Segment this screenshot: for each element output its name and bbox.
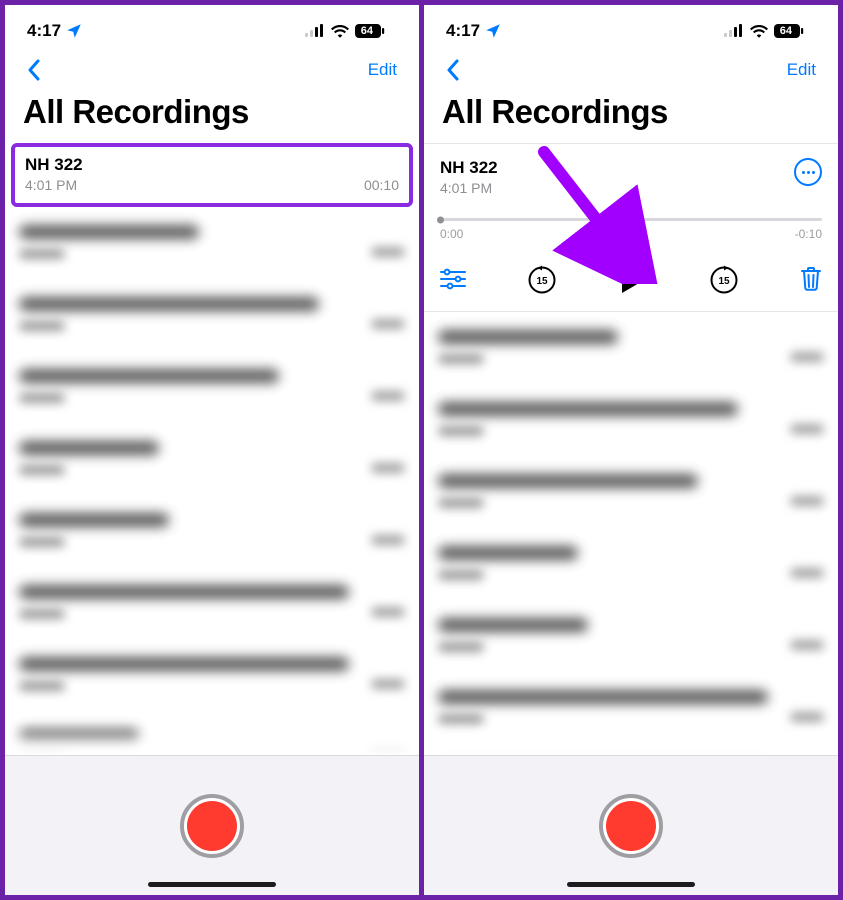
list-item xyxy=(19,721,405,755)
list-item xyxy=(438,394,824,454)
back-button[interactable] xyxy=(19,55,49,85)
playback-settings-button[interactable] xyxy=(440,268,466,290)
skip-forward-15-button[interactable]: 15 xyxy=(708,263,740,295)
list-item xyxy=(19,577,405,637)
battery-icon: 64 xyxy=(774,24,816,38)
skip-back-15-button[interactable]: 15 xyxy=(526,263,558,295)
scrubber-thumb[interactable] xyxy=(437,216,444,223)
location-arrow-icon xyxy=(484,22,502,40)
list-item xyxy=(438,322,824,382)
list-item xyxy=(19,217,405,277)
list-item xyxy=(19,649,405,709)
remaining-time: -0:10 xyxy=(795,227,822,241)
record-toolbar xyxy=(424,755,838,895)
status-bar: 4:17 64 xyxy=(5,5,419,53)
playback-scrubber[interactable]: 0:00 -0:10 xyxy=(440,218,822,241)
svg-text:15: 15 xyxy=(536,276,548,287)
play-button[interactable] xyxy=(618,263,648,295)
wifi-icon xyxy=(750,24,768,38)
back-button[interactable] xyxy=(438,55,468,85)
screenshot-left: 4:17 64 Edit All Recordings xyxy=(0,0,424,900)
status-icons: 64 xyxy=(305,24,397,38)
list-item xyxy=(19,433,405,493)
recording-player-expanded: NH 322 4:01 PM 0:00 -0:10 xyxy=(424,143,838,312)
nav-bar: Edit xyxy=(424,53,838,93)
home-indicator xyxy=(567,882,695,887)
list-item xyxy=(19,289,405,349)
location-arrow-icon xyxy=(65,22,83,40)
recording-row-selected[interactable]: NH 322 4:01 PM 00:10 xyxy=(11,143,413,207)
more-options-button[interactable] xyxy=(794,158,822,186)
page-title: All Recordings xyxy=(424,93,838,141)
record-button[interactable] xyxy=(180,794,244,858)
nav-bar: Edit xyxy=(5,53,419,93)
list-item xyxy=(438,466,824,526)
page-title: All Recordings xyxy=(5,93,419,141)
list-item xyxy=(19,505,405,565)
record-toolbar xyxy=(5,755,419,895)
list-item xyxy=(19,361,405,421)
recording-duration: 00:10 xyxy=(364,177,399,193)
recording-title: NH 322 xyxy=(440,158,498,178)
list-item xyxy=(438,682,824,742)
elapsed-time: 0:00 xyxy=(440,227,463,241)
status-icons: 64 xyxy=(724,24,816,38)
recording-list-blurred xyxy=(424,312,838,755)
status-bar: 4:17 64 xyxy=(424,5,838,53)
edit-button[interactable]: Edit xyxy=(360,54,405,86)
edit-button[interactable]: Edit xyxy=(779,54,824,86)
list-item xyxy=(438,538,824,598)
delete-button[interactable] xyxy=(800,266,822,292)
recording-time: 4:01 PM xyxy=(25,177,77,193)
wifi-icon xyxy=(331,24,349,38)
recording-list-blurred xyxy=(5,207,419,755)
status-time: 4:17 xyxy=(27,21,61,41)
svg-text:15: 15 xyxy=(718,276,730,287)
recording-title: NH 322 xyxy=(25,155,399,175)
cellular-icon xyxy=(305,24,325,38)
battery-icon: 64 xyxy=(355,24,397,38)
cellular-icon xyxy=(724,24,744,38)
record-button[interactable] xyxy=(599,794,663,858)
list-item xyxy=(438,610,824,670)
recording-time: 4:01 PM xyxy=(440,180,498,196)
status-time: 4:17 xyxy=(446,21,480,41)
home-indicator xyxy=(148,882,276,887)
screenshot-right: 4:17 64 Edit All Recordings xyxy=(424,0,843,900)
